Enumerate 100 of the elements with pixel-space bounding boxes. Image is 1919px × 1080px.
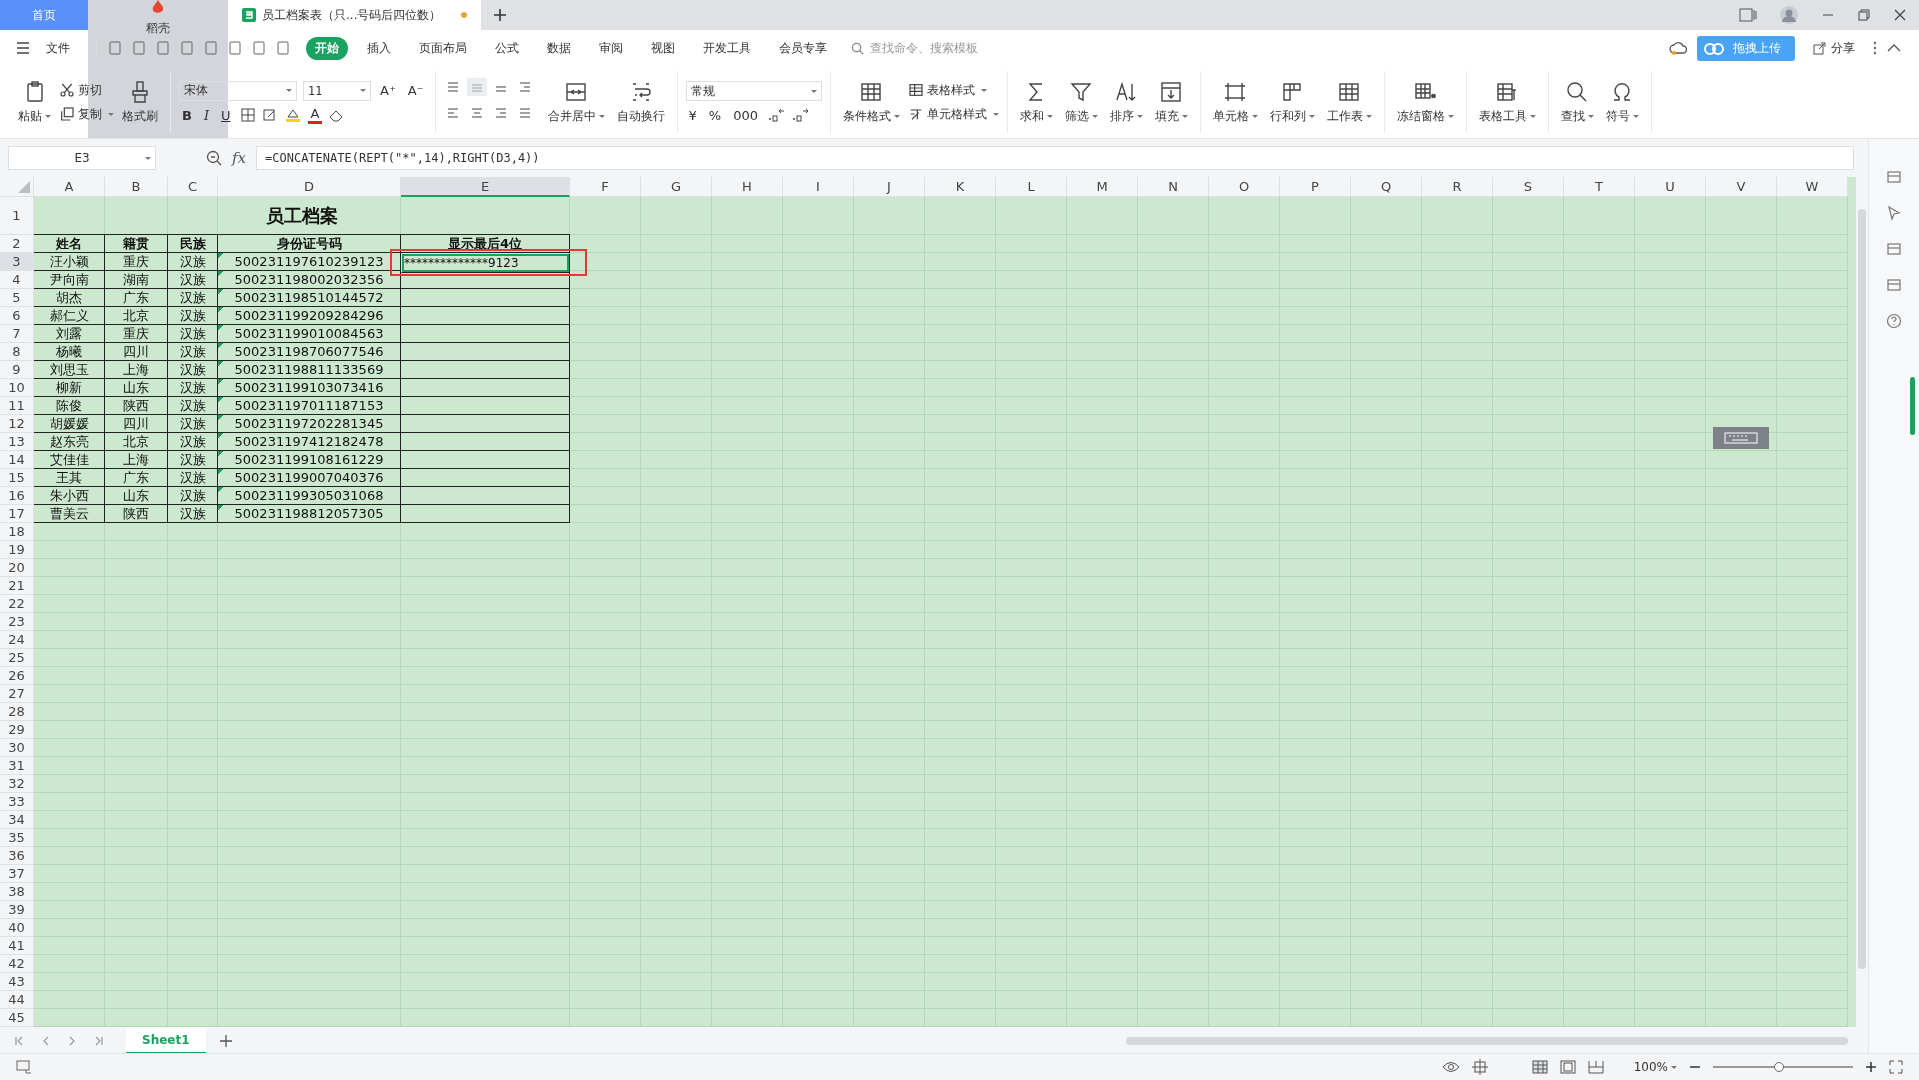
close-icon[interactable] [1893, 8, 1907, 22]
font-style-button[interactable]: U [218, 107, 234, 123]
toolbar-button[interactable]: 格式刷 [118, 78, 162, 126]
toolbar-button[interactable]: 填充 [1150, 78, 1192, 126]
column-header[interactable]: W [1777, 177, 1848, 197]
font-size-button[interactable]: A⁺ [377, 83, 399, 98]
column-header[interactable]: D [218, 177, 401, 197]
zoom-icon[interactable] [206, 150, 222, 166]
toolbar-button[interactable]: 工作表 [1322, 78, 1376, 126]
page-break-icon[interactable] [1587, 1060, 1604, 1074]
row-number[interactable]: 16 [0, 487, 34, 505]
row-number[interactable]: 32 [0, 775, 34, 793]
column-header[interactable]: A [34, 177, 105, 197]
highlight-icon[interactable] [283, 107, 302, 123]
row-number[interactable]: 6 [0, 307, 34, 325]
row-number[interactable]: 33 [0, 793, 34, 811]
column-header[interactable]: H [712, 177, 783, 197]
menu-tab[interactable]: 文件 [37, 36, 79, 60]
column-header[interactable]: I [783, 177, 854, 197]
select-all-icon[interactable] [18, 181, 30, 193]
help-icon[interactable] [1886, 313, 1902, 329]
formula-field[interactable]: =CONCATENATE(REPT("*",14),RIGHT(D3,4)) [256, 146, 1854, 170]
menu-tab[interactable]: 审阅 [590, 36, 632, 60]
row-number[interactable]: 1 [0, 197, 34, 235]
row-number[interactable]: 39 [0, 901, 34, 919]
menu-tab[interactable]: 视图 [642, 36, 684, 60]
row-number[interactable]: 44 [0, 991, 34, 1009]
number-format-button[interactable]: 000 [730, 107, 761, 123]
row-number[interactable]: 4 [0, 271, 34, 289]
font-family-dropdown[interactable]: 宋体 [179, 80, 297, 101]
keyboard-widget[interactable] [1713, 427, 1769, 449]
row-number[interactable]: 8 [0, 343, 34, 361]
decimal-decrease-icon[interactable] [791, 107, 809, 123]
row-number[interactable]: 25 [0, 649, 34, 667]
add-sheet-icon[interactable] [219, 1035, 232, 1047]
cursor-icon[interactable] [1886, 205, 1902, 221]
row-number[interactable]: 30 [0, 739, 34, 757]
row-number[interactable]: 19 [0, 541, 34, 559]
column-header[interactable]: U [1635, 177, 1706, 197]
number-format-button[interactable]: ¥ [685, 107, 700, 123]
row-number[interactable]: 23 [0, 613, 34, 631]
sheet-status-icon[interactable] [16, 1060, 32, 1074]
column-header[interactable]: V [1706, 177, 1777, 197]
column-header[interactable]: K [925, 177, 996, 197]
row-number[interactable]: 14 [0, 451, 34, 469]
column-header[interactable]: N [1138, 177, 1209, 197]
toolbar-button[interactable]: 复制 [59, 106, 114, 122]
toolbar-button[interactable]: 自动换行 [612, 78, 669, 126]
eye-icon[interactable] [1441, 1060, 1460, 1074]
menu-tab[interactable]: 公式 [486, 36, 528, 60]
toolbar-button[interactable]: 筛选 [1060, 78, 1102, 126]
cloud-icon[interactable] [1669, 41, 1687, 55]
row-number[interactable]: 2 [0, 235, 34, 253]
menu-icon[interactable] [16, 42, 30, 54]
menu-tab[interactable]: 页面布局 [410, 36, 476, 60]
row-number[interactable]: 3 [0, 253, 34, 271]
normal-view-icon[interactable] [1531, 1060, 1548, 1074]
toolbar-button[interactable]: 合并居中 [543, 78, 609, 126]
row-number[interactable]: 41 [0, 937, 34, 955]
row-number[interactable]: 10 [0, 379, 34, 397]
menu-tab[interactable]: 插入 [358, 36, 400, 60]
column-header[interactable]: G [641, 177, 712, 197]
page-view-icon[interactable] [1559, 1060, 1576, 1074]
zoom-in-icon[interactable] [1865, 1061, 1877, 1073]
toolbar-button[interactable]: 排序 [1105, 78, 1147, 126]
row-number[interactable]: 11 [0, 397, 34, 415]
row-number[interactable]: 22 [0, 595, 34, 613]
collapse-icon[interactable] [1887, 43, 1901, 53]
column-header[interactable]: J [854, 177, 925, 197]
row-number[interactable]: 24 [0, 631, 34, 649]
row-number[interactable]: 13 [0, 433, 34, 451]
new-file-icon[interactable] [107, 40, 123, 56]
row-number[interactable]: 12 [0, 415, 34, 433]
row-number[interactable]: 34 [0, 811, 34, 829]
row-number[interactable]: 37 [0, 865, 34, 883]
toolbar-button[interactable]: 表格样式 [907, 82, 999, 98]
column-header[interactable]: F [570, 177, 641, 197]
column-header[interactable]: B [105, 177, 168, 197]
row-number[interactable]: 35 [0, 829, 34, 847]
column-header[interactable]: R [1422, 177, 1493, 197]
column-header[interactable]: S [1493, 177, 1564, 197]
row-number[interactable]: 18 [0, 523, 34, 541]
cell-fill-icon[interactable] [261, 107, 278, 123]
toolbar-button[interactable]: 单元格样式 [907, 106, 999, 122]
restore-icon[interactable] [1857, 8, 1871, 22]
row-number[interactable]: 17 [0, 505, 34, 523]
row-number[interactable]: 21 [0, 577, 34, 595]
row-number[interactable]: 29 [0, 721, 34, 739]
font-size-button[interactable]: A⁻ [404, 83, 427, 98]
decimal-increase-icon[interactable] [767, 107, 785, 123]
function-label[interactable]: fx [232, 149, 246, 167]
fullscreen-icon[interactable] [1889, 1060, 1903, 1074]
zoom-level-dropdown[interactable]: 100% [1633, 1060, 1677, 1074]
font-size-dropdown[interactable]: 11 [303, 80, 371, 101]
row-number[interactable]: 43 [0, 973, 34, 991]
zoom-slider-thumb[interactable] [1773, 1062, 1784, 1072]
row-number[interactable]: 28 [0, 703, 34, 721]
toolbar-button[interactable]: 单元格 [1208, 78, 1262, 126]
toolbar-button[interactable]: 粘贴 [14, 78, 55, 126]
toolbar-button[interactable]: 条件格式 [838, 78, 904, 126]
